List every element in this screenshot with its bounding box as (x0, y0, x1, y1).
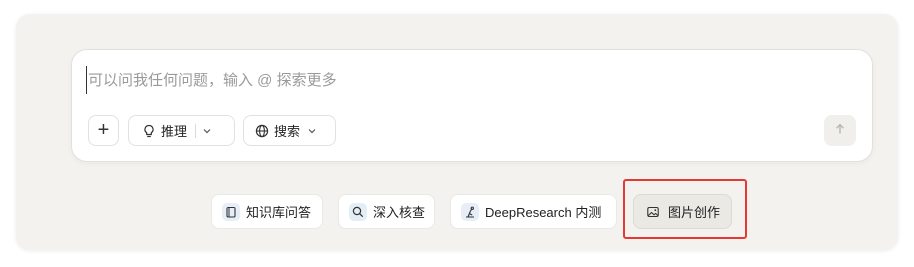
arrow-up-icon (834, 122, 846, 140)
reasoning-button[interactable]: 推理 (128, 115, 235, 146)
divider (195, 123, 197, 138)
quick-action-deepresearch[interactable]: DeepResearch 内测 (450, 194, 617, 229)
send-button[interactable] (824, 115, 856, 146)
reasoning-label: 推理 (161, 124, 188, 139)
research-icon (461, 202, 479, 221)
quick-action-deep-check[interactable]: 深入核查 (338, 194, 435, 229)
globe-icon (255, 124, 269, 138)
quick-action-label: 知识库问答 (246, 205, 312, 220)
chat-input[interactable] (86, 66, 786, 94)
add-attachment-button[interactable]: + (88, 115, 119, 146)
search-label: 搜索 (274, 124, 301, 139)
book-icon (222, 202, 240, 221)
lightbulb-icon (142, 124, 156, 138)
chevron-down-icon[interactable] (307, 126, 317, 136)
chevron-down-icon[interactable] (202, 126, 212, 136)
search-button[interactable]: 搜索 (243, 115, 336, 146)
plus-icon: + (97, 119, 110, 141)
quick-action-label: DeepResearch 内测 (485, 205, 602, 220)
highlight-box (623, 179, 747, 239)
magnifier-icon (349, 202, 367, 221)
quick-action-label: 深入核查 (373, 205, 426, 220)
quick-action-knowledge-base[interactable]: 知识库问答 (211, 194, 323, 229)
